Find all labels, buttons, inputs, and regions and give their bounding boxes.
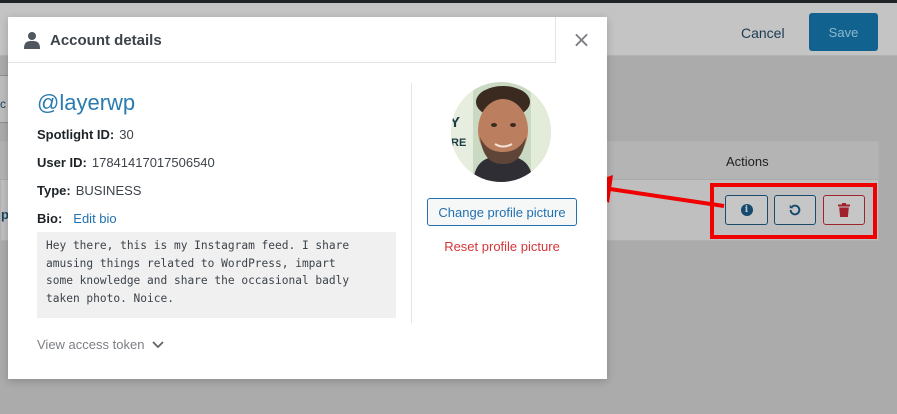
bio-line: taken photo. Noice. [46, 291, 174, 305]
profile-picture: Y RE [451, 82, 551, 182]
bio-field: Bio: Edit bio [37, 211, 117, 226]
change-profile-picture-button[interactable]: Change profile picture [427, 198, 577, 226]
bio-line: some knowledge and share the occasional … [46, 274, 350, 288]
cancel-button[interactable]: Cancel [741, 25, 785, 41]
account-details-modal: Account details × @layerwp Spotlight ID:… [8, 17, 607, 379]
avatar-backdrop-text: RE [451, 137, 466, 149]
save-button[interactable]: Save [809, 13, 878, 51]
user-id-field: User ID: 17841417017506540 [37, 155, 215, 170]
account-username: @layerwp [37, 90, 136, 115]
field-value: 17841417017506540 [91, 155, 215, 170]
annotation-highlight-box [710, 183, 877, 239]
bio-text: Hey there, this is my Instagram feed. I … [37, 232, 396, 318]
field-value: 30 [119, 127, 134, 142]
modal-header: Account details × [8, 17, 607, 63]
field-label: Type: [37, 183, 71, 198]
background-tab-label: c [0, 97, 6, 111]
actions-column-header: Actions [726, 154, 769, 169]
modal-title: Account details [50, 32, 162, 49]
bio-label: Bio: [37, 211, 63, 226]
field-value: BUSINESS [75, 183, 142, 198]
field-label: User ID: [37, 155, 87, 170]
field-label: Spotlight ID: [37, 127, 115, 142]
type-field: Type: BUSINESS [37, 183, 141, 198]
view-access-token-toggle[interactable]: View access token [37, 337, 165, 352]
column-divider [411, 83, 412, 323]
close-button[interactable]: × [555, 17, 607, 63]
avatar-backdrop-text: Y [451, 114, 460, 131]
chevron-down-icon [152, 340, 165, 348]
view-access-token-label: View access token [37, 337, 145, 352]
reset-profile-picture-link[interactable]: Reset profile picture [427, 239, 577, 254]
spotlight-id-field: Spotlight ID: 30 [37, 127, 134, 142]
bio-line: Hey there, this is my Instagram feed. I … [46, 239, 350, 252]
user-icon [24, 32, 40, 49]
bio-line: amusing things related to WordPress, imp… [46, 256, 336, 270]
edit-bio-link[interactable]: Edit bio [73, 211, 116, 226]
